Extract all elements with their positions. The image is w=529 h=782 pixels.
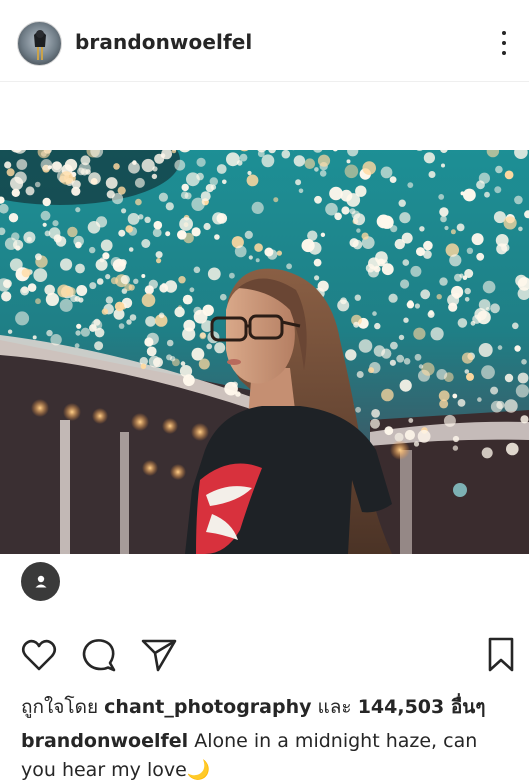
more-options-icon[interactable] (495, 28, 513, 58)
author-username[interactable]: brandonwoelfel (75, 30, 252, 54)
likes-summary[interactable]: ถูกใจโดย chant_photography และ 144,503 อ… (21, 692, 485, 722)
likes-prefix: ถูกใจโดย (21, 696, 99, 718)
post-image (0, 150, 529, 554)
post-actions (0, 636, 529, 680)
caption-username[interactable]: brandonwoelfel (21, 730, 188, 752)
comment-icon[interactable] (80, 636, 118, 674)
avatar-photo-icon (34, 30, 46, 60)
send-icon[interactable] (140, 636, 178, 674)
author-avatar[interactable] (17, 21, 62, 66)
post-caption: brandonwoelfel Alone in a midnight haze,… (21, 727, 511, 782)
post-photo[interactable] (0, 150, 529, 554)
likes-conjunction: และ (317, 696, 352, 718)
heart-icon[interactable] (20, 636, 58, 674)
user-tag-button[interactable] (21, 562, 60, 601)
user-tag-icon (35, 575, 46, 587)
likes-count[interactable]: 144,503 อื่นๆ (358, 696, 486, 718)
first-liker-username[interactable]: chant_photography (104, 696, 311, 718)
bookmark-icon[interactable] (486, 636, 516, 674)
post-header: brandonwoelfel (0, 0, 529, 82)
